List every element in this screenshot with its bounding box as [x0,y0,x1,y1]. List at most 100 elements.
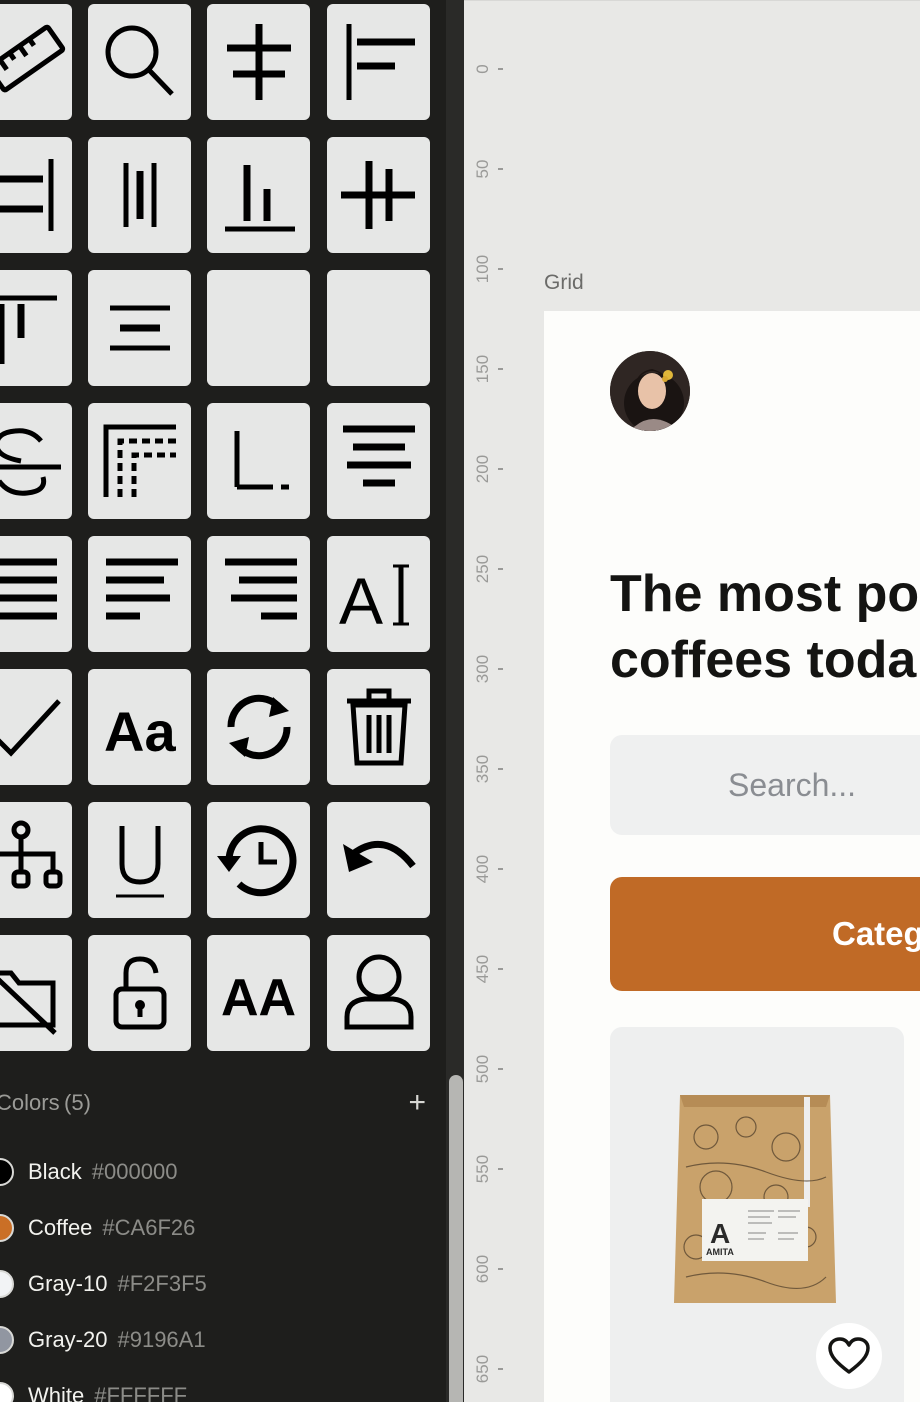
tile-align-center-text-icon[interactable] [88,270,191,386]
panel-scrollbar-thumb[interactable] [449,1075,463,1402]
strikethrough-icon [0,428,61,496]
color-name: Coffee [28,1215,93,1240]
tile-check-icon[interactable] [0,669,72,785]
text-align-center-icon [342,425,415,487]
tile-search-icon[interactable] [88,4,191,120]
tile-trash-icon[interactable] [327,669,430,785]
align-bottom-icon [224,165,295,232]
tile-align-bottom-icon[interactable] [207,137,310,253]
check-icon [0,699,61,757]
color-item[interactable]: Coffee #CA6F26 [0,1208,195,1248]
category-button[interactable]: Categ [610,877,920,991]
tile-user-icon[interactable] [327,935,430,1051]
tile-align-horizontal-center-icon[interactable] [327,137,430,253]
tile-text-align-left-icon[interactable] [88,536,191,652]
svg-text:AA: AA [221,969,296,1027]
ruler-tick-mark [498,1268,503,1270]
empty-tile[interactable] [207,270,310,386]
font-size-icon: Aa [104,700,176,763]
ruler-tick-mark [498,168,503,170]
artboard-frame[interactable]: The most po coffees toda Search... Categ [544,311,920,1402]
tile-font-size-icon[interactable]: Aa [88,669,191,785]
uppercase-icon: AA [221,969,296,1027]
tile-align-top-icon[interactable] [0,270,72,386]
tile-underline-icon[interactable] [88,802,191,918]
tile-refresh-icon[interactable] [207,669,310,785]
tile-padding-icon[interactable] [88,403,191,519]
color-hex: #CA6F26 [102,1215,196,1240]
color-item[interactable]: White #FFFFFF [0,1376,187,1402]
headline-line-1: The most po [610,565,920,623]
ruler-tick-mark [498,68,503,70]
ruler-tick-mark [498,1168,503,1170]
tile-align-right-icon[interactable] [0,137,72,253]
tile-folder-off-icon[interactable] [0,935,72,1051]
distribute-horizontal-icon [123,163,156,227]
text-justify-icon [0,558,57,620]
tile-align-vertical-center-icon[interactable] [207,4,310,120]
ruler-tick-label: 250 [473,554,492,584]
color-swatch [0,1214,14,1242]
colors-title: Colors [0,1090,60,1115]
ruler-tick-mark [498,868,503,870]
color-name: Gray-20 [28,1327,108,1352]
tile-distribute-horizontal-icon[interactable] [88,137,191,253]
add-color-button[interactable]: + [408,1088,426,1118]
headline-line-2: coffees toda [610,631,917,689]
align-horizontal-center-icon [340,161,415,229]
ruler-tick-mark [498,268,503,270]
color-item[interactable]: Black #000000 [0,1152,177,1192]
favorite-button[interactable] [816,1323,882,1389]
color-swatch [0,1326,14,1354]
text-align-left-icon [105,558,178,620]
unlock-icon [113,956,166,1030]
tile-hierarchy-icon[interactable] [0,802,72,918]
ruler-tick-label: 350 [473,754,492,784]
baseline-icon [233,425,289,490]
tile-text-cursor-icon[interactable]: A [327,536,430,652]
tile-text-align-center-icon[interactable] [327,403,430,519]
page-headline: The most po coffees toda [610,561,920,693]
avatar-portrait [610,351,690,431]
tile-align-left-icon[interactable] [327,4,430,120]
undo-icon [342,841,416,872]
tile-uppercase-icon[interactable]: AA [207,935,310,1051]
history-icon [216,825,296,897]
colors-title-wrap: Colors (5) [0,1090,91,1116]
tile-unlock-icon[interactable] [88,935,191,1051]
ruler-icon [0,24,65,93]
tile-text-justify-icon[interactable] [0,536,72,652]
ruler-tick-mark [498,1368,503,1370]
user-icon [344,954,413,1030]
color-item[interactable]: Gray-10 #F2F3F5 [0,1264,207,1304]
underline-icon [115,826,164,898]
ruler-tick-label: 600 [473,1254,492,1284]
product-card[interactable]: A AMITA [610,1027,904,1402]
ruler-tick-label: 650 [473,1354,492,1384]
design-canvas[interactable]: 0 50 100 150 200 250 300 350 400 450 500 550 600 650 … [464,0,920,1402]
empty-tile[interactable] [327,270,430,386]
color-hex: #FFFFFF [94,1383,188,1402]
color-name: Gray-10 [28,1271,108,1296]
tile-strikethrough-icon[interactable] [0,403,72,519]
color-swatch [0,1382,14,1402]
ruler-tick-label: 0 [473,64,492,74]
trash-icon [346,688,411,766]
text-align-right-icon [224,558,297,620]
svg-text:A: A [339,564,383,638]
tile-ruler-icon[interactable] [0,4,72,120]
ruler-tick-label: 300 [473,654,492,684]
ruler-tick-label: 400 [473,854,492,884]
avatar[interactable] [610,351,690,431]
hierarchy-icon [0,820,62,889]
ruler-tick-label: 550 [473,1154,492,1184]
tile-text-align-right-icon[interactable] [207,536,310,652]
ruler-tick-mark [498,368,503,370]
tile-baseline-icon[interactable] [207,403,310,519]
tile-undo-icon[interactable] [327,802,430,918]
svg-text:Aa: Aa [104,700,176,763]
color-item[interactable]: Gray-20 #9196A1 [0,1320,206,1360]
tile-history-icon[interactable] [207,802,310,918]
frame-label[interactable]: Grid [544,271,584,295]
search-input[interactable]: Search... [610,735,920,835]
